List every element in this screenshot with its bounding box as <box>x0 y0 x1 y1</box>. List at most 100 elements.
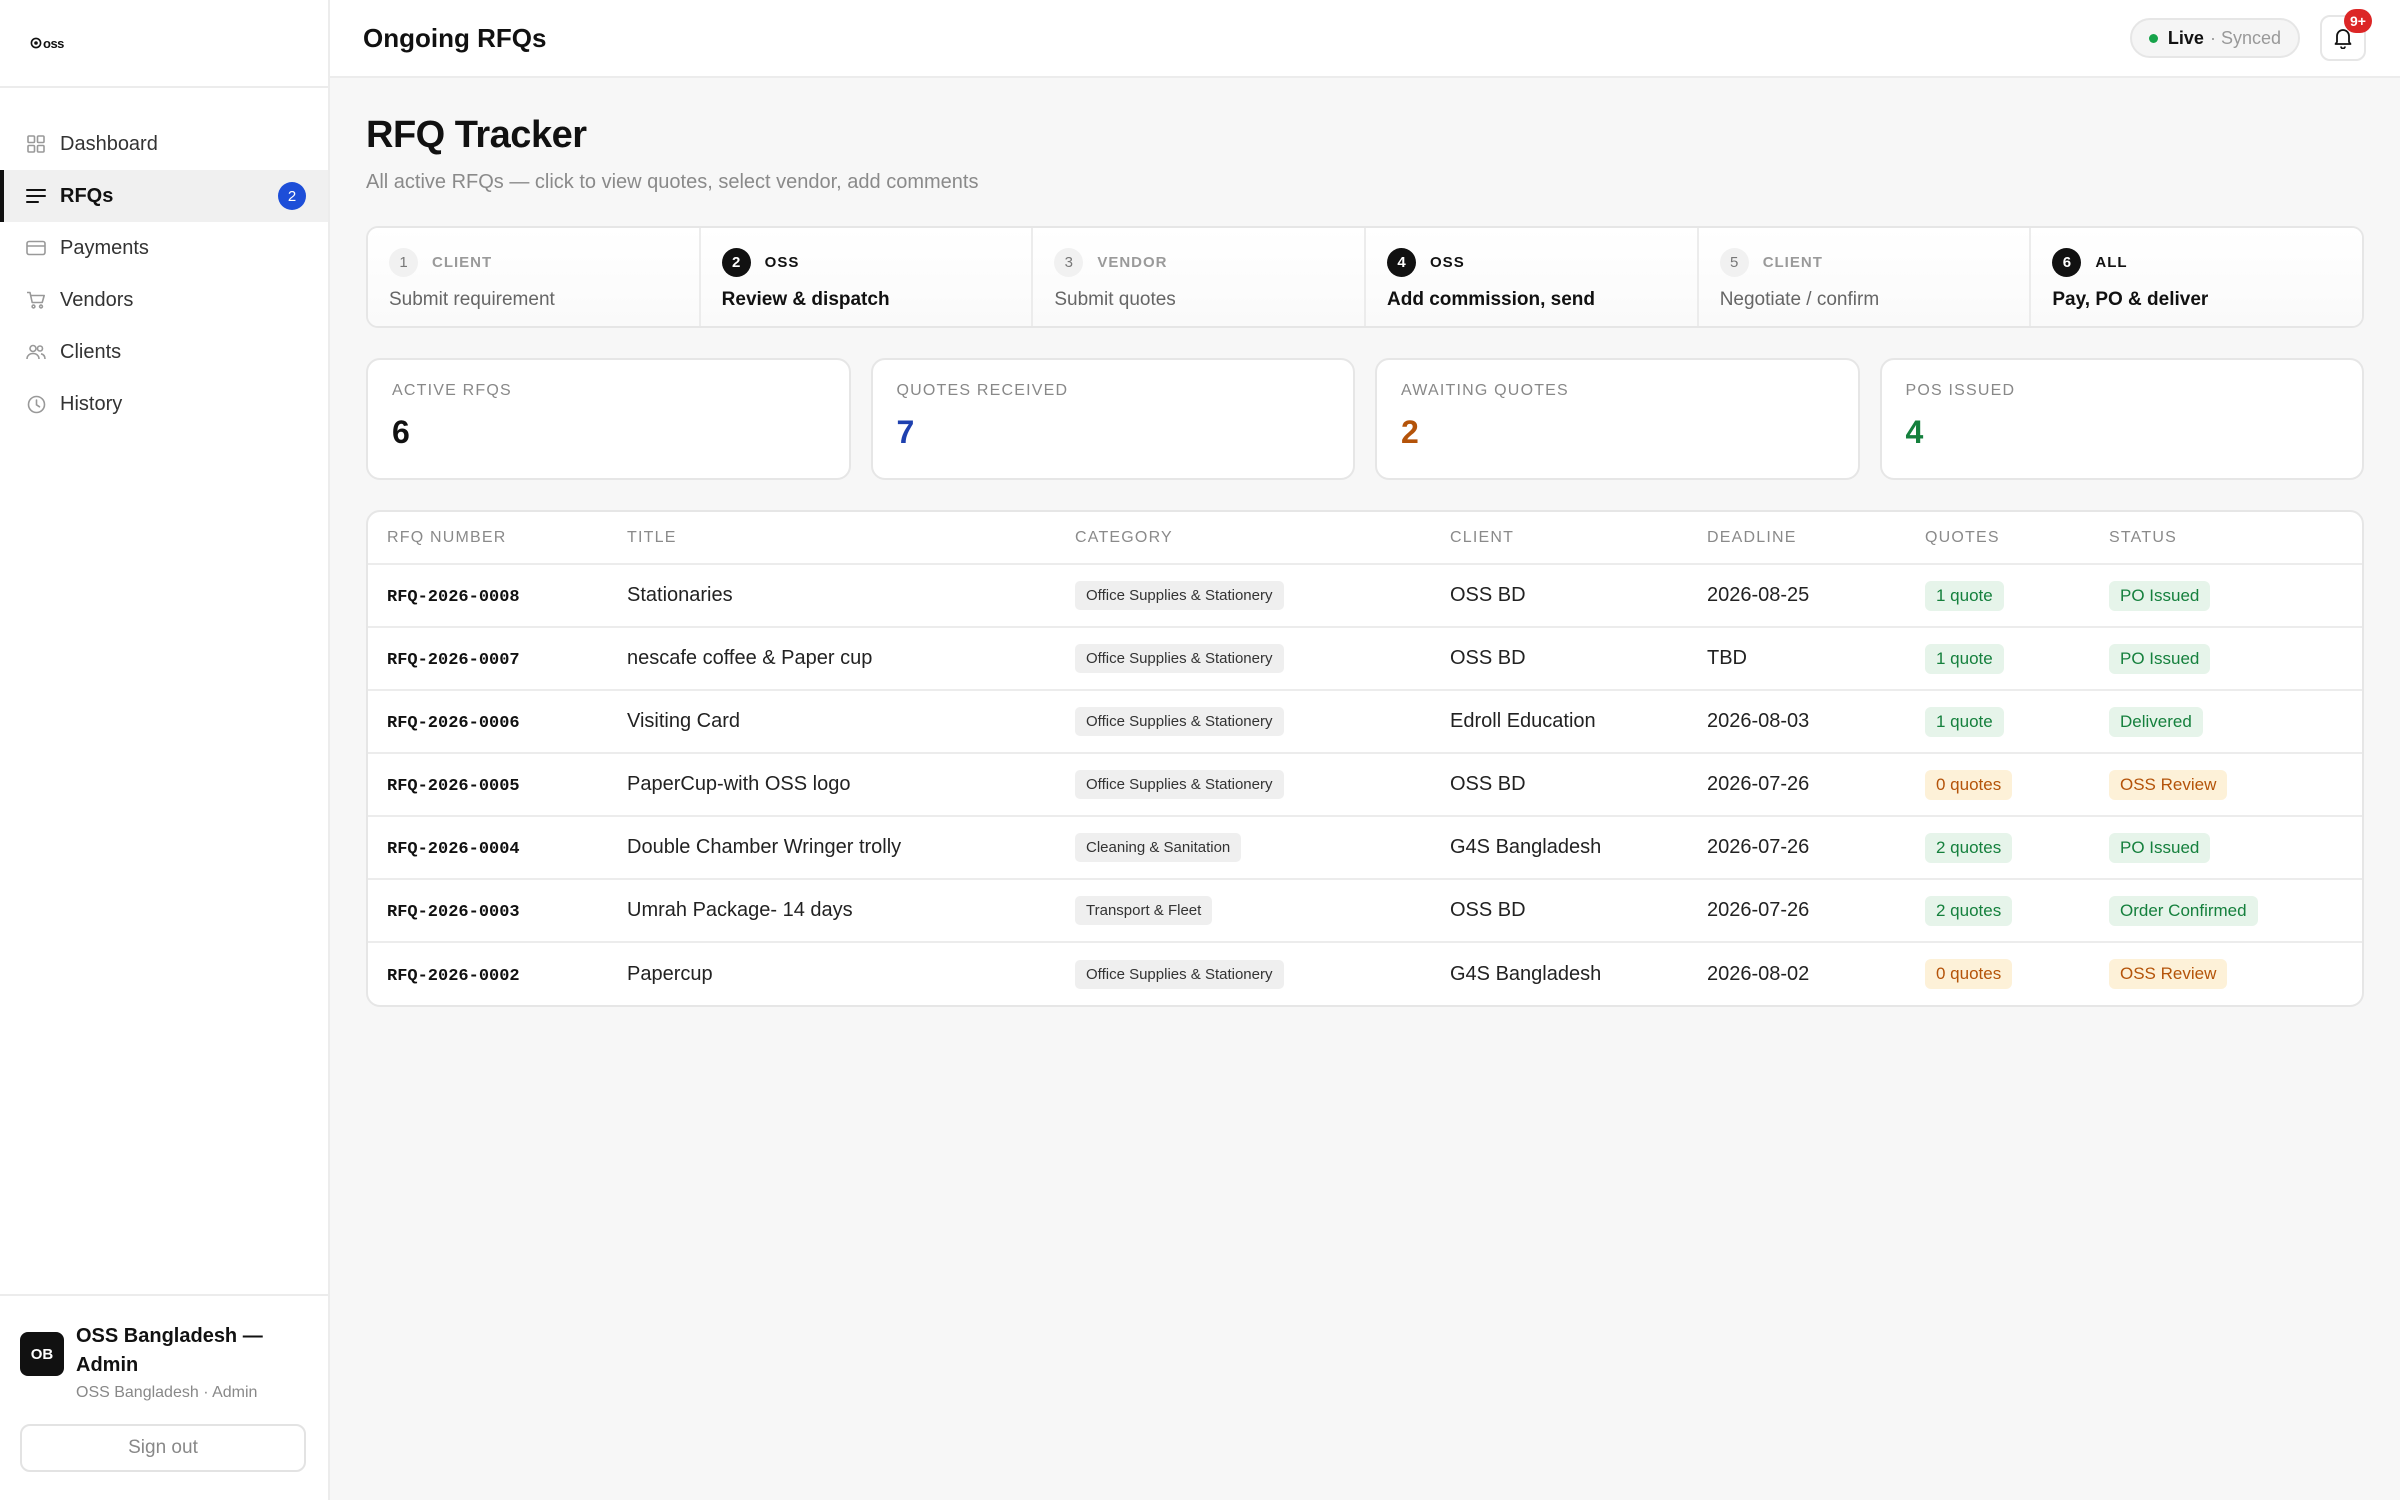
sync-status-pill: Live · Synced <box>2129 18 2300 58</box>
sign-out-button[interactable]: Sign out <box>20 1424 306 1472</box>
live-status-dot <box>2148 33 2158 43</box>
clock-icon <box>26 394 46 414</box>
quotes-count-badge: 1 quote <box>1925 580 2004 611</box>
rfq-title: Umrah Package- 14 days <box>608 879 1056 943</box>
rfq-deadline: 2026-08-02 <box>1707 962 1810 985</box>
category-chip: Office Supplies & Stationery <box>1075 770 1284 799</box>
step-description: Add commission, send <box>1387 289 1595 310</box>
workflow-step-5: 5 CLIENT Negotiate / confirm <box>1698 228 2032 326</box>
stat-value: 2 <box>1401 414 1419 450</box>
status-badge: PO Issued <box>2109 580 2211 611</box>
table-row[interactable]: RFQ-2026-0002 Papercup Office Supplies &… <box>368 942 2362 1005</box>
rfq-client: OSS BD <box>1431 627 1688 691</box>
column-header-client[interactable]: CLIENT <box>1431 512 1688 565</box>
stat-card-active-rfqs: ACTIVE RFQS 6 <box>366 358 851 480</box>
workflow-step-3: 3 VENDOR Submit quotes <box>1033 228 1367 326</box>
sidebar-item-label: History <box>60 392 123 415</box>
main-content: RFQ Tracker All active RFQs — click to v… <box>366 78 2364 1007</box>
status-badge: Order Confirmed <box>2109 895 2258 926</box>
step-description: Review & dispatch <box>721 289 890 310</box>
sidebar-item-label: Vendors <box>60 288 134 311</box>
sidebar-item-history[interactable]: History <box>0 378 328 430</box>
table-row[interactable]: RFQ-2026-0007 nescafe coffee & Paper cup… <box>368 627 2362 691</box>
table-row[interactable]: RFQ-2026-0008 Stationaries Office Suppli… <box>368 564 2362 628</box>
rfq-table: RFQ NUMBER TITLE CATEGORY CLIENT DEADLIN… <box>368 512 2362 1005</box>
step-description: Submit requirement <box>389 289 555 310</box>
step-role: OSS <box>764 254 800 271</box>
rfq-number: RFQ-2026-0004 <box>387 840 520 859</box>
column-header-title[interactable]: TITLE <box>608 512 1056 565</box>
sidebar-nav: Dashboard RFQs 2 Payments Vendors Client… <box>0 88 328 430</box>
sidebar: oss Dashboard RFQs 2 Payments Vendors Cl… <box>0 0 330 1500</box>
sidebar-item-rfqs[interactable]: RFQs 2 <box>0 170 328 222</box>
sidebar-item-clients[interactable]: Clients <box>0 326 328 378</box>
rfq-title: Visiting Card <box>608 690 1056 754</box>
user-role: OSS Bangladesh · Admin <box>76 1384 258 1401</box>
rfq-client: Edroll Education <box>1431 690 1688 754</box>
brand-logo[interactable]: oss <box>30 36 64 51</box>
users-icon <box>26 342 46 362</box>
step-role: ALL <box>2095 254 2128 271</box>
avatar: OB <box>20 1332 64 1376</box>
table-row[interactable]: RFQ-2026-0005 PaperCup-with OSS logo Off… <box>368 753 2362 817</box>
workflow-step-2: 2 OSS Review & dispatch <box>700 228 1034 326</box>
status-badge: OSS Review <box>2109 769 2228 800</box>
step-number: 2 <box>721 248 751 277</box>
stat-value: 6 <box>392 414 410 450</box>
stat-value: 4 <box>1905 414 1924 450</box>
rfq-client: OSS BD <box>1431 753 1688 817</box>
table-row[interactable]: RFQ-2026-0003 Umrah Package- 14 days Tra… <box>368 879 2362 943</box>
status-badge: PO Issued <box>2109 643 2211 674</box>
column-header-quotes[interactable]: QUOTES <box>1906 512 2090 565</box>
table-row[interactable]: RFQ-2026-0006 Visiting Card Office Suppl… <box>368 690 2362 754</box>
step-role: VENDOR <box>1097 254 1168 271</box>
stat-value: 7 <box>896 414 915 450</box>
category-chip: Office Supplies & Stationery <box>1075 707 1284 736</box>
quotes-count-badge: 0 quotes <box>1925 959 2013 989</box>
rfq-title: Double Chamber Wringer trolly <box>608 816 1056 880</box>
logo-text: oss <box>43 35 64 51</box>
user-profile: OB OSS Bangladesh — Admin OSS Bangladesh… <box>20 1322 308 1402</box>
rfq-title: PaperCup-with OSS logo <box>608 753 1056 817</box>
table-row[interactable]: RFQ-2026-0004 Double Chamber Wringer tro… <box>368 816 2362 880</box>
step-description: Negotiate / confirm <box>1719 289 1880 310</box>
grid-icon <box>26 134 46 154</box>
stats-row: ACTIVE RFQS 6 QUOTES RECEIVED 7 AWAITING… <box>366 358 2364 480</box>
notification-count-badge: 9+ <box>2344 9 2372 33</box>
column-header-status[interactable]: STATUS <box>2090 512 2362 565</box>
rfq-number: RFQ-2026-0002 <box>387 966 520 986</box>
sidebar-item-payments[interactable]: Payments <box>0 222 328 274</box>
list-icon <box>26 186 46 206</box>
rfq-deadline: 2026-07-26 <box>1688 879 1906 943</box>
sidebar-item-label: Dashboard <box>60 132 158 155</box>
rfq-number: RFQ-2026-0005 <box>387 777 520 796</box>
category-chip: Transport & Fleet <box>1075 896 1213 925</box>
sidebar-item-vendors[interactable]: Vendors <box>0 274 328 326</box>
page-header-title: Ongoing RFQs <box>363 22 547 53</box>
stat-card-awaiting-quotes: AWAITING QUOTES 2 <box>1375 358 1860 480</box>
column-header-deadline[interactable]: DEADLINE <box>1688 512 1906 565</box>
workflow-step-1: 1 CLIENT Submit requirement <box>368 228 701 326</box>
step-number: 1 <box>389 248 418 277</box>
step-number: 3 <box>1054 248 1084 277</box>
notifications-button[interactable]: 9+ <box>2320 9 2372 61</box>
synced-label: · Synced <box>2209 27 2281 48</box>
rfq-title: Papercup <box>627 962 713 985</box>
cart-icon <box>26 290 46 310</box>
column-header-category[interactable]: CATEGORY <box>1056 512 1431 565</box>
rfq-deadline: 2026-07-26 <box>1688 753 1906 817</box>
rfq-client: G4S Bangladesh <box>1450 962 1602 985</box>
stat-label: QUOTES RECEIVED <box>896 382 1069 399</box>
rfq-deadline: 2026-07-26 <box>1688 816 1906 880</box>
rfq-number: RFQ-2026-0008 <box>387 588 520 607</box>
workflow-steps: 1 CLIENT Submit requirement 2 OSS Review… <box>366 226 2364 328</box>
user-name: OSS Bangladesh — Admin <box>76 1325 263 1376</box>
quotes-count-badge: 0 quotes <box>1925 769 2013 800</box>
workflow-step-4: 4 OSS Add commission, send <box>1366 228 1699 326</box>
sidebar-item-dashboard[interactable]: Dashboard <box>0 118 328 170</box>
rfq-number: RFQ-2026-0006 <box>387 714 520 733</box>
rfq-number: RFQ-2026-0007 <box>387 651 520 670</box>
stat-label: POS ISSUED <box>1905 382 2016 399</box>
rfq-deadline: TBD <box>1688 627 1906 691</box>
column-header-rfq-number[interactable]: RFQ NUMBER <box>368 512 608 565</box>
